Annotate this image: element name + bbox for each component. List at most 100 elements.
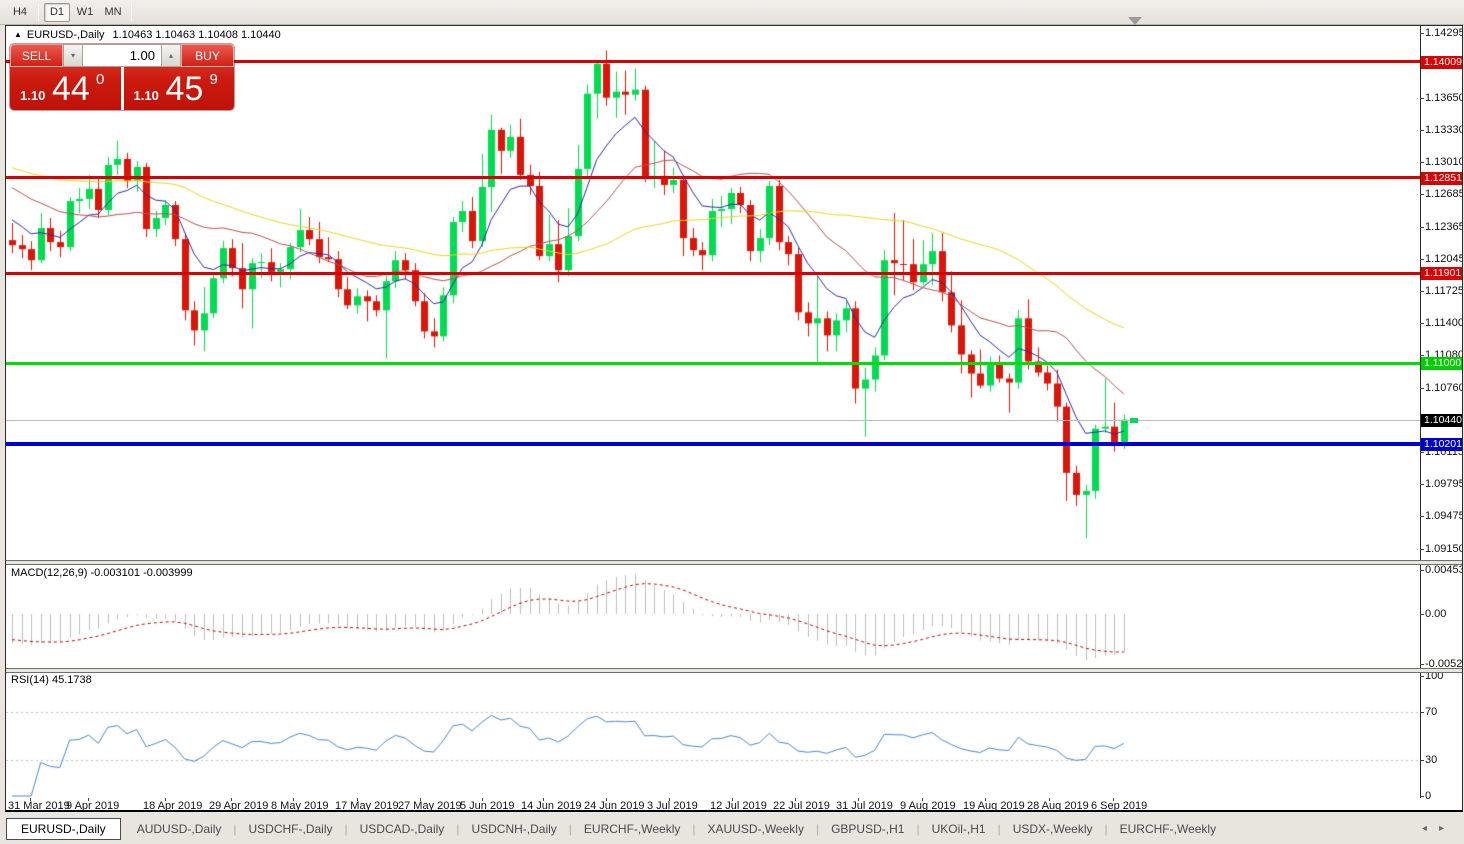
date-label: 9 Aug 2019 bbox=[900, 800, 956, 810]
macd-tick bbox=[1420, 664, 1424, 665]
chart-symbol-label: EURUSD-,Daily bbox=[26, 29, 105, 41]
price-tick bbox=[1420, 162, 1424, 163]
timeframe-button-w1[interactable]: W1 bbox=[72, 3, 98, 22]
price-tick bbox=[1420, 323, 1424, 324]
chart-tab-usdchf-daily[interactable]: USDCHF-,Daily bbox=[237, 818, 345, 840]
collapse-triangle-icon[interactable]: ▲ bbox=[14, 30, 22, 39]
price-axis-badge: 1.11901 bbox=[1421, 267, 1462, 280]
price-axis-badge: 1.12851 bbox=[1421, 172, 1462, 185]
price-tick bbox=[1420, 355, 1424, 356]
date-label: 29 Apr 2019 bbox=[209, 800, 269, 810]
sell-price-prefix: 1.10 bbox=[20, 88, 46, 103]
rsi-tick-label: 0 bbox=[1425, 790, 1432, 802]
macd-tick bbox=[1420, 570, 1424, 571]
price-tick bbox=[1420, 291, 1424, 292]
price-tick-label: 1.13650 bbox=[1425, 92, 1462, 104]
chart-tab-eurusd-daily[interactable]: EURUSD-,Daily bbox=[6, 818, 121, 840]
price-axis-badge: 1.10201 bbox=[1421, 438, 1462, 451]
date-label: 31 Mar 2019 bbox=[8, 800, 70, 810]
price-chart-canvas[interactable] bbox=[6, 26, 1462, 810]
timeframe-button-mn[interactable]: MN bbox=[100, 3, 126, 22]
date-label: 18 Apr 2019 bbox=[143, 800, 203, 810]
price-tick-label: 1.11400 bbox=[1425, 317, 1462, 329]
chart-tab-eurchf-weekly[interactable]: EURCHF-,Weekly bbox=[572, 818, 692, 840]
date-label: 14 Jun 2019 bbox=[521, 800, 582, 810]
price-tick-label: 1.09150 bbox=[1425, 543, 1462, 555]
chart-tab-usdcnh-daily[interactable]: USDCNH-,Daily bbox=[459, 818, 568, 840]
price-tick bbox=[1420, 98, 1424, 99]
toolbar-separator bbox=[38, 3, 39, 21]
price-tick bbox=[1420, 452, 1424, 453]
buy-price-big-digits: 45 bbox=[165, 70, 204, 108]
last-close-marker bbox=[1130, 418, 1138, 423]
chart-tab-usdcad-daily[interactable]: USDCAD-,Daily bbox=[348, 818, 457, 840]
panel-separator[interactable] bbox=[6, 560, 1462, 565]
buy-button[interactable]: BUY bbox=[181, 44, 234, 67]
horizontal-level-line[interactable] bbox=[6, 362, 1420, 365]
price-tick-label: 1.14295 bbox=[1425, 27, 1462, 39]
price-tick bbox=[1420, 227, 1424, 228]
date-label: 27 May 2019 bbox=[398, 800, 462, 810]
sell-button[interactable]: SELL bbox=[10, 44, 63, 67]
price-axis-separator bbox=[1420, 26, 1421, 798]
price-axis-badge: 1.10440 bbox=[1421, 414, 1462, 427]
sell-price-big-digits: 44 bbox=[52, 70, 90, 108]
rsi-tick bbox=[1420, 760, 1424, 761]
price-tick-label: 1.13010 bbox=[1425, 156, 1462, 168]
chart-ohlc-quotes: 1.10463 1.10463 1.10408 1.10440 bbox=[112, 29, 281, 41]
mt4-application: H4 D1 W1 MN ▲ EURUSD-,Daily 1.10463 1.10463 1… bbox=[0, 0, 1464, 844]
timeframe-button-d1[interactable]: D1 bbox=[44, 2, 70, 22]
price-tick bbox=[1420, 130, 1424, 131]
date-label: 28 Aug 2019 bbox=[1027, 800, 1089, 810]
buy-price-pipette: 9 bbox=[209, 71, 218, 88]
chart-window-inner: ▲ EURUSD-,Daily 1.10463 1.10463 1.10408 1.… bbox=[6, 26, 1462, 810]
date-label: 9 Apr 2019 bbox=[66, 800, 120, 810]
date-label: 31 Jul 2019 bbox=[836, 800, 893, 810]
tab-scroll-right-icon[interactable]: ▸ bbox=[1439, 823, 1456, 834]
price-tick bbox=[1420, 259, 1424, 260]
panel-separator[interactable] bbox=[6, 668, 1462, 673]
chart-tab-audusd-daily[interactable]: AUDUSD-,Daily bbox=[125, 818, 234, 840]
chart-tab-gbpusd-h1[interactable]: GBPUSD-,H1 bbox=[819, 818, 916, 840]
date-label: 3 Jul 2019 bbox=[647, 800, 698, 810]
rsi-tick bbox=[1420, 676, 1424, 677]
volume-increase-button[interactable]: ▴ bbox=[161, 44, 181, 67]
date-label: 24 Jun 2019 bbox=[584, 800, 645, 810]
horizontal-level-line[interactable] bbox=[6, 442, 1420, 446]
date-label: 19 Aug 2019 bbox=[963, 800, 1025, 810]
tab-scroll-left-icon[interactable]: ◂ bbox=[1422, 823, 1439, 834]
date-label: 8 May 2019 bbox=[271, 800, 329, 810]
price-tick bbox=[1420, 33, 1424, 34]
timeframe-toolbar: H4 D1 W1 MN bbox=[0, 0, 1464, 25]
chart-tab-xauusd-weekly[interactable]: XAUUSD-,Weekly bbox=[695, 818, 815, 840]
volume-decrease-button[interactable]: ▾ bbox=[63, 44, 83, 67]
rsi-tick bbox=[1420, 796, 1424, 797]
horizontal-level-line[interactable] bbox=[6, 272, 1420, 275]
chart-tab-ukoil-h1[interactable]: UKOil-,H1 bbox=[920, 818, 998, 840]
chart-tab-bar: EURUSD-,Daily AUDUSD-,Daily | USDCHF-,Daily… bbox=[0, 814, 1464, 844]
one-click-trade-widget: SELL ▾ 1.00 ▴ BUY 1.10 44 0 1.10 45 9 bbox=[10, 44, 234, 110]
chart-shift-marker-icon[interactable] bbox=[1128, 17, 1142, 25]
price-tick-label: 1.09795 bbox=[1425, 478, 1462, 490]
chart-tab-eurchf-weekly[interactable]: EURCHF-,Weekly bbox=[1108, 818, 1228, 840]
price-tick bbox=[1420, 194, 1424, 195]
price-tick bbox=[1420, 549, 1424, 550]
price-tick-label: 1.12045 bbox=[1425, 253, 1462, 265]
sell-price-pipette: 0 bbox=[96, 71, 105, 88]
horizontal-level-line[interactable] bbox=[6, 176, 1420, 179]
sell-price-display[interactable]: 1.10 44 0 bbox=[10, 67, 124, 110]
volume-input[interactable]: 1.00 bbox=[83, 44, 161, 67]
tab-scroll-arrows[interactable]: ◂▸ bbox=[1422, 823, 1456, 834]
price-tick bbox=[1420, 388, 1424, 389]
current-price-line bbox=[6, 420, 1420, 421]
date-label: 12 Jul 2019 bbox=[710, 800, 767, 810]
timeframe-button-h4[interactable]: H4 bbox=[7, 3, 33, 22]
price-tick-label: 1.11725 bbox=[1425, 285, 1462, 297]
chart-tab-usdx-weekly[interactable]: USDX-,Weekly bbox=[1001, 818, 1105, 840]
price-tick-label: 1.12685 bbox=[1425, 188, 1462, 200]
rsi-tick bbox=[1420, 712, 1424, 713]
rsi-indicator-label: RSI(14) 45.1738 bbox=[11, 674, 92, 686]
price-tick-label: 1.10760 bbox=[1425, 382, 1462, 394]
buy-price-display[interactable]: 1.10 45 9 bbox=[124, 67, 235, 110]
date-label: 22 Jul 2019 bbox=[773, 800, 830, 810]
